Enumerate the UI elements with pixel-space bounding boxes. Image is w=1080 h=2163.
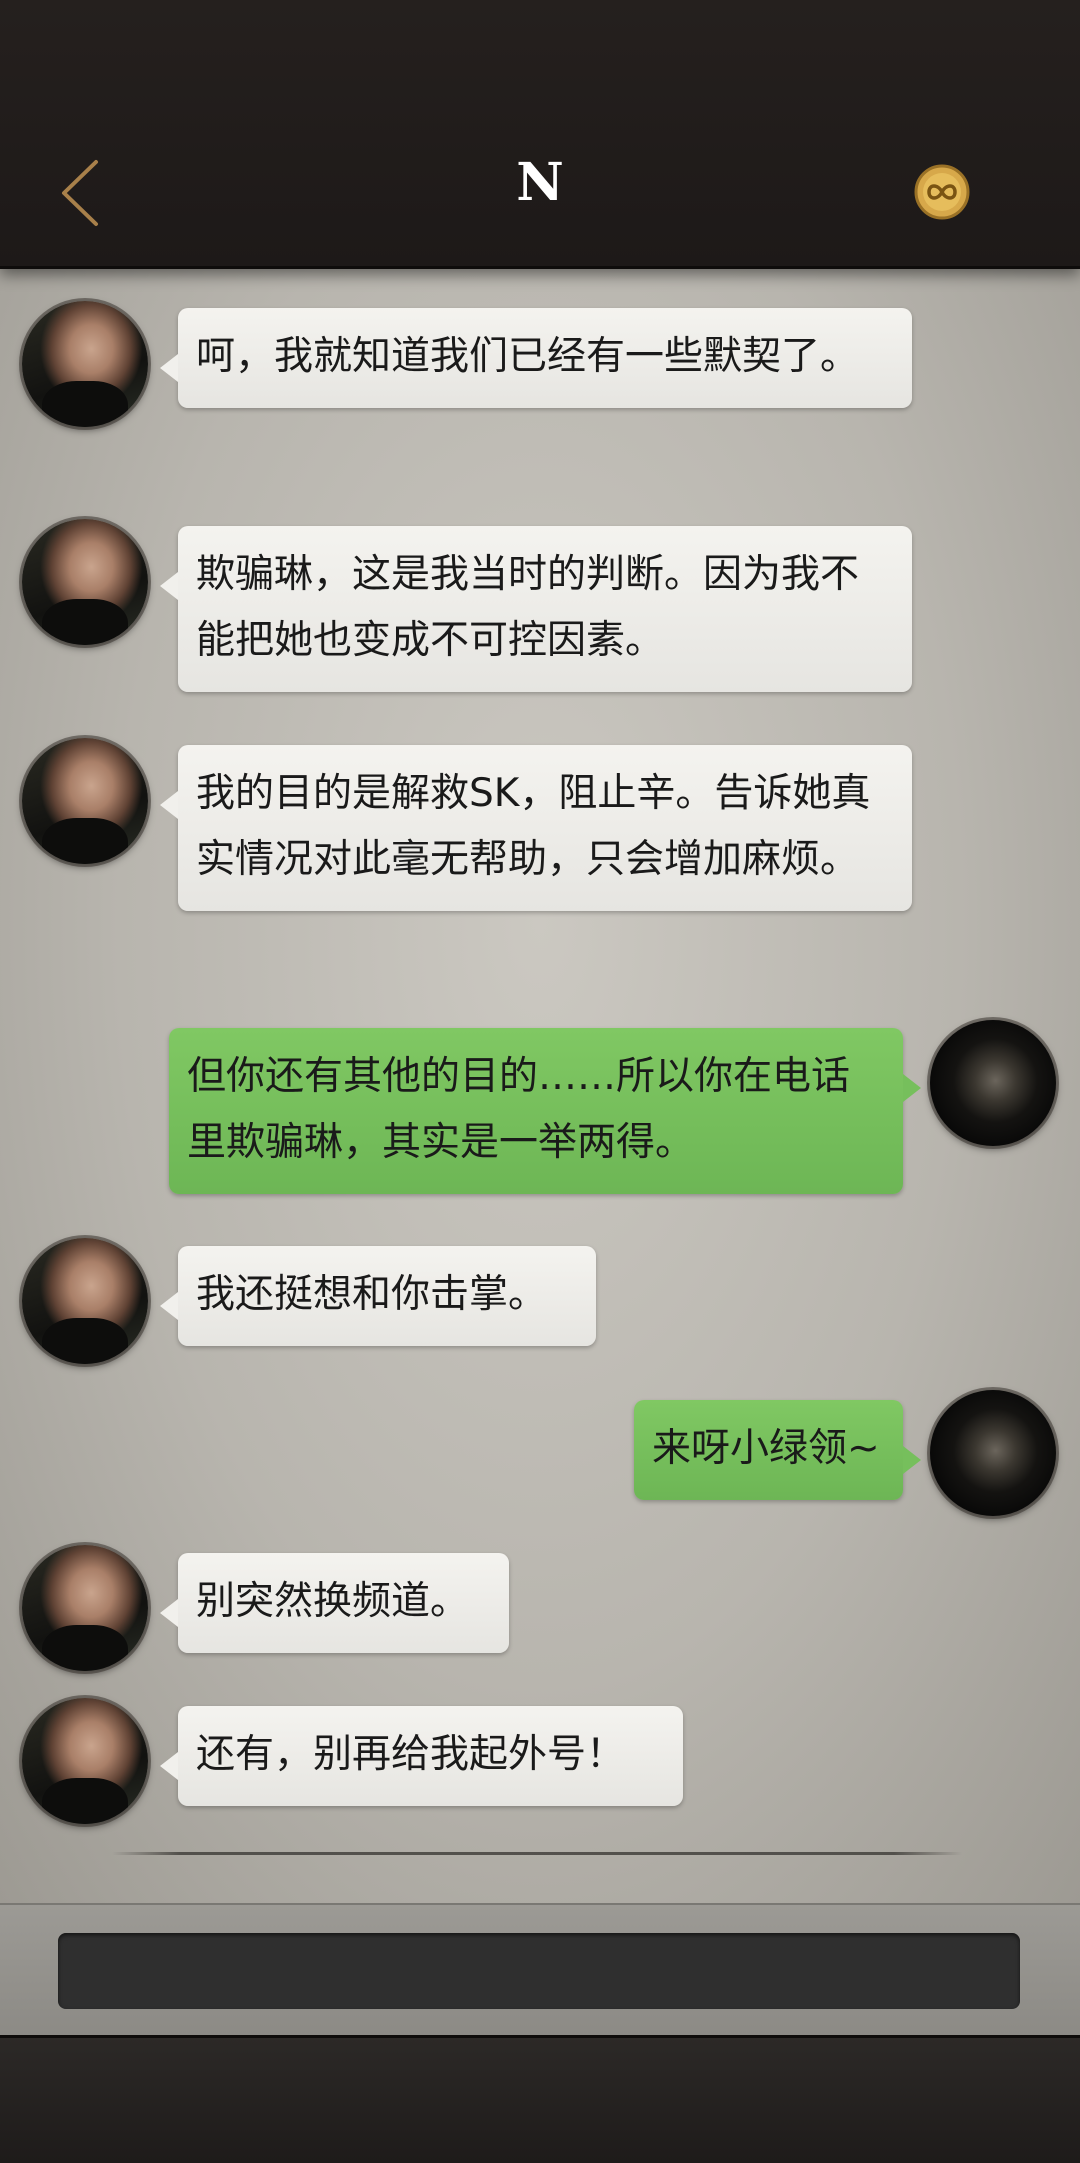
infinity-badge-icon bbox=[914, 164, 970, 220]
message-bubble: 别突然换频道。 bbox=[160, 1553, 509, 1653]
infinity-badge-button[interactable] bbox=[914, 164, 970, 220]
message-bubble: 我还挺想和你击掌。 bbox=[160, 1246, 596, 1346]
message-text: 还有，别再给我起外号！ bbox=[196, 1732, 626, 1777]
message-bubble: 但你还有其他的目的……所以你在电话里欺骗琳，其实是一举两得。 bbox=[169, 1028, 921, 1194]
message-text: 我还挺想和你击掌。 bbox=[196, 1272, 548, 1317]
message-text: 来呀小绿领~ bbox=[652, 1426, 880, 1471]
avatar-me[interactable] bbox=[930, 1390, 1056, 1516]
input-area bbox=[0, 1903, 1080, 2037]
bottom-bar bbox=[0, 2035, 1080, 2163]
avatar-n[interactable] bbox=[22, 519, 148, 645]
avatar-n[interactable] bbox=[22, 301, 148, 427]
top-bar: N bbox=[0, 0, 1080, 269]
message-text: 欺骗琳，这是我当时的判断。因为我不能把她也变成不可控因素。 bbox=[196, 552, 860, 663]
avatar-n[interactable] bbox=[22, 1545, 148, 1671]
chat-area[interactable]: 呵，我就知道我们已经有一些默契了。 欺骗琳，这是我当时的判断。因为我不能把她也变… bbox=[0, 268, 1080, 1903]
message-text: 别突然换频道。 bbox=[196, 1579, 470, 1624]
message-bubble: 呵，我就知道我们已经有一些默契了。 bbox=[160, 308, 912, 408]
avatar-me[interactable] bbox=[930, 1020, 1056, 1146]
avatar-n[interactable] bbox=[22, 1698, 148, 1824]
message-bubble: 欺骗琳，这是我当时的判断。因为我不能把她也变成不可控因素。 bbox=[160, 526, 912, 692]
avatar-n[interactable] bbox=[22, 1238, 148, 1364]
message-text: 我的目的是解救SK，阻止辛。告诉她真实情况对此毫无帮助，只会增加麻烦。 bbox=[196, 771, 871, 882]
message-bubble: 还有，别再给我起外号！ bbox=[160, 1706, 683, 1806]
end-divider bbox=[112, 1852, 962, 1855]
avatar-n[interactable] bbox=[22, 738, 148, 864]
message-text: 但你还有其他的目的……所以你在电话里欺骗琳，其实是一举两得。 bbox=[187, 1054, 851, 1165]
message-bubble: 我的目的是解救SK，阻止辛。告诉她真实情况对此毫无帮助，只会增加麻烦。 bbox=[160, 745, 912, 911]
message-bubble: 来呀小绿领~ bbox=[634, 1400, 921, 1500]
message-text: 呵，我就知道我们已经有一些默契了。 bbox=[196, 334, 860, 379]
message-input[interactable] bbox=[58, 1933, 1020, 2009]
